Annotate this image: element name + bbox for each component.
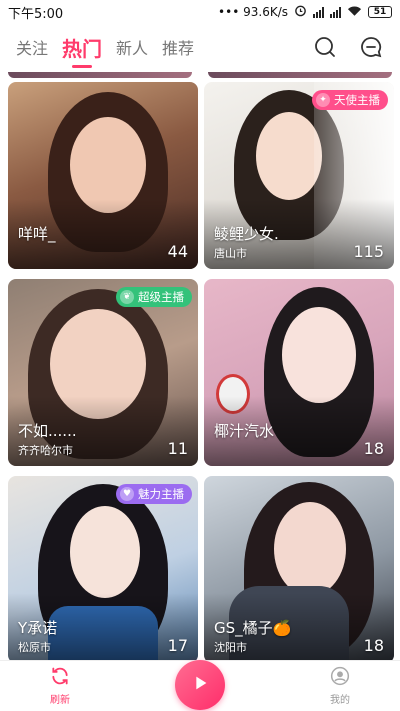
search-icon[interactable] bbox=[312, 34, 338, 60]
network-speed: ••• 93.6K/s bbox=[218, 5, 288, 19]
card-photo-face bbox=[274, 502, 346, 596]
profile-button[interactable]: 我的 bbox=[330, 666, 350, 706]
viewer-count: 17 bbox=[167, 636, 188, 655]
streamer-card[interactable]: ♥ 魅力主播 Y承诺 松原市 17 bbox=[8, 476, 198, 663]
previous-row-edge bbox=[0, 72, 400, 78]
streamer-card[interactable]: 椰汁汽水 18 bbox=[204, 279, 394, 466]
battery-icon: 51 bbox=[368, 6, 392, 18]
play-icon bbox=[189, 672, 211, 698]
streamer-card[interactable]: ✦ 天使主播 鲮鲤少女. 唐山市 115 bbox=[204, 82, 394, 269]
viewer-count: 18 bbox=[363, 439, 384, 458]
alarm-icon bbox=[294, 4, 307, 20]
streamer-name: 咩咩_ bbox=[18, 225, 56, 243]
message-icon[interactable] bbox=[358, 34, 384, 60]
streamer-name: 鲮鲤少女. bbox=[214, 225, 279, 243]
refresh-label: 刷新 bbox=[50, 695, 70, 706]
start-live-button[interactable] bbox=[175, 660, 225, 710]
tab-bar: 关注 热门 新人 推荐 bbox=[16, 33, 194, 68]
signal-icon bbox=[313, 6, 324, 18]
heart-icon: ♥ bbox=[120, 487, 134, 501]
badge-charm: ♥ 魅力主播 bbox=[116, 484, 192, 504]
viewer-count: 44 bbox=[167, 242, 188, 261]
streamer-grid: 咩咩_ 44 ✦ 天使主播 鲮鲤少女. 唐山市 115 ❦ 超级主播 不如...… bbox=[8, 82, 394, 663]
streamer-name: Y承诺 bbox=[18, 619, 58, 637]
tab-follow[interactable]: 关注 bbox=[16, 35, 48, 59]
viewer-count: 18 bbox=[363, 636, 384, 655]
leaf-icon: ❦ bbox=[120, 290, 134, 304]
tab-hot[interactable]: 热门 bbox=[62, 33, 102, 68]
card-photo-face bbox=[256, 112, 322, 200]
refresh-icon bbox=[50, 666, 70, 689]
wing-icon: ✦ bbox=[316, 93, 330, 107]
viewer-count: 115 bbox=[353, 242, 384, 261]
streamer-name: 不如...... bbox=[18, 422, 77, 440]
top-nav: 关注 热门 新人 推荐 bbox=[0, 24, 400, 70]
badge-angel: ✦ 天使主播 bbox=[312, 90, 388, 110]
status-bar: 下午5:00 ••• 93.6K/s 51 bbox=[0, 0, 400, 24]
wifi-icon bbox=[347, 5, 362, 20]
badge-super: ❦ 超级主播 bbox=[116, 287, 192, 307]
profile-label: 我的 bbox=[330, 695, 350, 706]
streamer-card[interactable]: ❦ 超级主播 不如...... 齐齐哈尔市 11 bbox=[8, 279, 198, 466]
refresh-button[interactable]: 刷新 bbox=[50, 666, 70, 706]
streamer-card[interactable]: 咩咩_ 44 bbox=[8, 82, 198, 269]
tab-recommend[interactable]: 推荐 bbox=[162, 35, 194, 59]
status-indicators: ••• 93.6K/s 51 bbox=[218, 4, 392, 20]
tab-new[interactable]: 新人 bbox=[116, 35, 148, 59]
streamer-name: GS_橘子🍊 bbox=[214, 619, 292, 637]
status-time: 下午5:00 bbox=[8, 6, 64, 22]
profile-icon bbox=[330, 666, 350, 689]
streamer-city: 松原市 bbox=[18, 641, 51, 654]
streamer-city: 齐齐哈尔市 bbox=[18, 444, 73, 457]
badge-label: 魅力主播 bbox=[138, 487, 184, 501]
card-photo-face bbox=[282, 307, 356, 403]
badge-label: 天使主播 bbox=[334, 93, 380, 107]
signal-icon-2 bbox=[330, 6, 341, 18]
card-photo-face bbox=[70, 506, 140, 598]
viewer-count: 11 bbox=[167, 439, 188, 458]
badge-label: 超级主播 bbox=[138, 290, 184, 304]
streamer-name: 椰汁汽水 bbox=[214, 422, 275, 440]
streamer-city: 唐山市 bbox=[214, 247, 247, 260]
streamer-card[interactable]: GS_橘子🍊 沈阳市 18 bbox=[204, 476, 394, 663]
streamer-city: 沈阳市 bbox=[214, 641, 247, 654]
